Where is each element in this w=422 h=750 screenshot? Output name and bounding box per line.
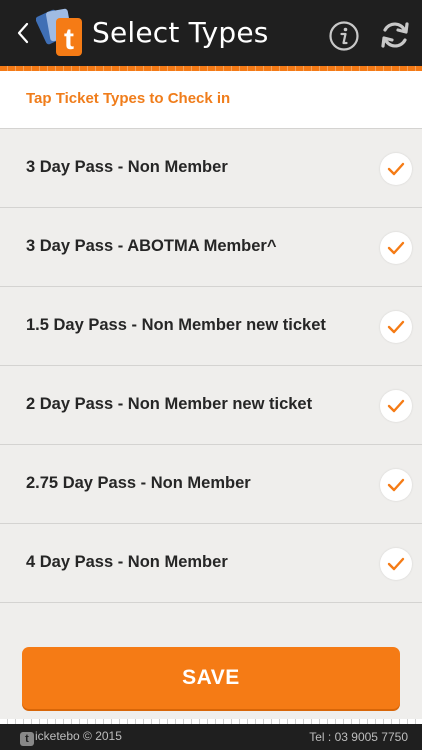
checkmark-toggle[interactable] [380, 232, 412, 264]
checkmark-toggle[interactable] [380, 311, 412, 343]
app-header: t Select Types [0, 0, 422, 66]
checkmark-toggle[interactable] [380, 548, 412, 580]
instruction-text: Tap Ticket Types to Check in [26, 90, 231, 107]
back-button[interactable] [14, 18, 32, 48]
instruction-bar: Tap Ticket Types to Check in [0, 71, 422, 128]
checkmark-icon [387, 557, 405, 571]
page-title: Select Types [92, 16, 269, 49]
ticket-type-row[interactable]: 2.75 Day Pass - Non Member [0, 444, 422, 523]
refresh-icon [381, 22, 409, 48]
app-footer: t icketebo © 2015 Tel : 03 9005 7750 [0, 724, 422, 750]
ticket-type-list: 3 Day Pass - Non Member 3 Day Pass - ABO… [0, 128, 422, 603]
checkmark-icon [387, 162, 405, 176]
ticket-type-row[interactable]: 3 Day Pass - Non Member [0, 128, 422, 207]
ticket-type-label: 1.5 Day Pass - Non Member new ticket [26, 316, 326, 334]
save-button[interactable]: SAVE [22, 647, 400, 709]
info-icon [329, 21, 359, 51]
footer-logo-icon: t [20, 732, 34, 746]
checkmark-toggle[interactable] [380, 390, 412, 422]
ticket-type-row[interactable]: 2 Day Pass - Non Member new ticket [0, 365, 422, 444]
ticket-type-label: 2.75 Day Pass - Non Member [26, 474, 251, 492]
ticket-type-row[interactable]: 3 Day Pass - ABOTMA Member^ [0, 207, 422, 286]
checkmark-toggle[interactable] [380, 469, 412, 501]
footer-phone[interactable]: Tel : 03 9005 7750 [309, 730, 408, 744]
footer-brand: t icketebo © 2015 [20, 729, 122, 746]
checkmark-toggle[interactable] [380, 153, 412, 185]
checkmark-icon [387, 478, 405, 492]
ticket-type-label: 2 Day Pass - Non Member new ticket [26, 395, 313, 413]
ticket-type-row[interactable]: 1.5 Day Pass - Non Member new ticket [0, 286, 422, 365]
logo-letter: t [64, 23, 74, 56]
ticket-type-label: 3 Day Pass - Non Member [26, 158, 228, 176]
ticket-type-label: 3 Day Pass - ABOTMA Member^ [26, 237, 277, 255]
chevron-left-icon [17, 22, 29, 44]
checkmark-icon [387, 399, 405, 413]
info-button[interactable] [328, 20, 360, 52]
footer-copyright: icketebo © 2015 [35, 729, 122, 743]
ticket-type-row[interactable]: 4 Day Pass - Non Member [0, 523, 422, 603]
checkmark-icon [387, 320, 405, 334]
checkmark-icon [387, 241, 405, 255]
refresh-button[interactable] [378, 18, 412, 52]
ticket-type-label: 4 Day Pass - Non Member [26, 553, 228, 571]
save-button-label: SAVE [182, 666, 240, 689]
ticketebo-logo: t [35, 6, 88, 58]
